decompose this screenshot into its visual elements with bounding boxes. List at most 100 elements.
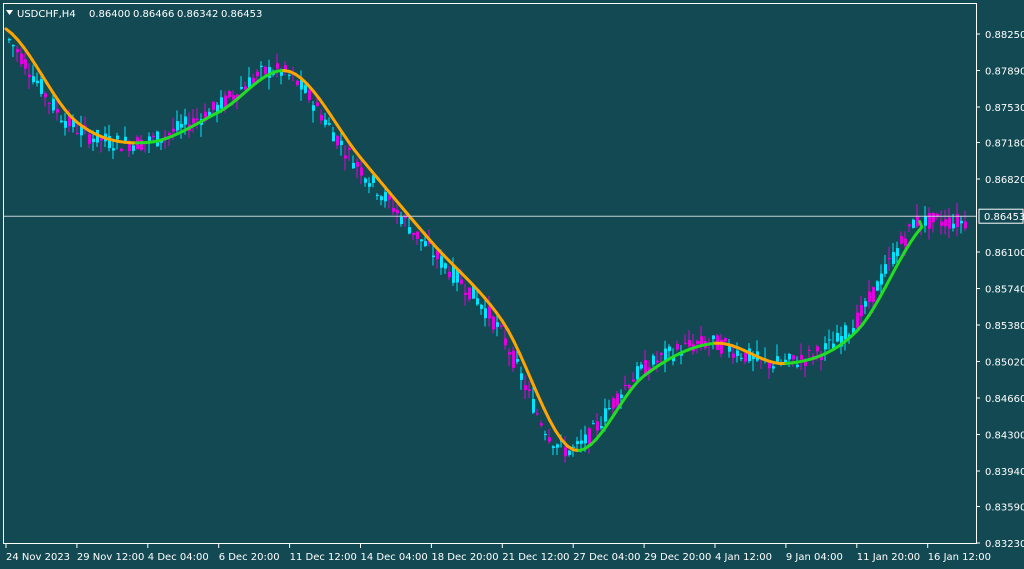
y-tick-label: 0.85020: [985, 358, 1024, 369]
candle-body: [288, 74, 291, 76]
candle-body: [724, 338, 727, 342]
candle-body: [228, 91, 231, 98]
candle-body: [532, 399, 535, 413]
candle-body: [872, 286, 875, 302]
x-tick-label: 29 Dec 20:00: [644, 552, 711, 563]
candle-body: [192, 118, 195, 123]
candle-body: [860, 305, 863, 317]
symbol-label: USDCHF,H4: [17, 9, 76, 20]
candle-body: [640, 364, 643, 369]
candle-body: [24, 59, 27, 69]
x-tick-label: 4 Dec 04:00: [148, 552, 209, 563]
candle-body: [656, 360, 659, 363]
candle-body: [60, 120, 63, 123]
candle-body: [168, 133, 171, 136]
chart-window[interactable]: USDCHF,H4 0.86400 0.86466 0.86342 0.8645…: [0, 0, 1024, 569]
candle-body: [548, 437, 551, 442]
candle-body: [444, 263, 447, 269]
candle-body: [516, 359, 519, 362]
candle-body: [52, 98, 55, 111]
candle-body: [152, 135, 155, 138]
candle-body: [240, 87, 243, 89]
candle-body: [28, 74, 31, 78]
x-tick-label: 21 Dec 12:00: [502, 552, 569, 563]
candle-body: [332, 132, 335, 142]
chart-background: [0, 0, 1024, 569]
candle-body: [276, 63, 279, 69]
candle-body: [928, 213, 931, 229]
ohlc-low: 0.86342: [177, 9, 218, 20]
candle-body: [496, 322, 499, 327]
ohlc-high: 0.86466: [133, 9, 174, 20]
candle-body: [712, 335, 715, 340]
y-tick-label: 0.86100: [985, 248, 1024, 259]
candle-body: [88, 134, 91, 144]
candle-body: [44, 93, 47, 98]
candle-body: [316, 102, 319, 107]
candle-body: [540, 423, 543, 426]
candle-body: [592, 423, 595, 425]
candle-body: [796, 364, 799, 367]
candle-body: [468, 287, 471, 300]
candle-body: [264, 66, 267, 74]
candle-body: [940, 221, 943, 226]
candle-body: [356, 161, 359, 167]
candle-body: [960, 220, 963, 224]
x-tick-label: 4 Jan 12:00: [715, 552, 772, 563]
candle-body: [492, 316, 495, 330]
candle-body: [232, 95, 235, 100]
candle-body: [668, 346, 671, 352]
candle-body: [260, 65, 263, 67]
candle-body: [304, 85, 307, 93]
candle-body: [48, 102, 51, 104]
candle-body: [340, 140, 343, 146]
candle-body: [116, 135, 119, 140]
candle-body: [508, 352, 511, 355]
candle-body: [932, 212, 935, 223]
y-tick-label: 0.87180: [985, 138, 1024, 149]
candle-body: [256, 71, 259, 77]
candle-body: [772, 366, 775, 369]
candle-body: [552, 446, 555, 448]
candle-body: [400, 216, 403, 225]
candle-body: [744, 352, 747, 362]
candle-body: [892, 252, 895, 264]
y-tick-label: 0.83590: [985, 502, 1024, 513]
candle-body: [484, 308, 487, 319]
candle-body: [312, 105, 315, 111]
candle-body: [828, 339, 831, 341]
candle-body: [664, 348, 667, 361]
candle-body: [476, 298, 479, 305]
candle-body: [528, 389, 531, 391]
candle-body: [632, 379, 635, 382]
candle-body: [500, 325, 503, 327]
candle-body: [580, 440, 583, 444]
candle-body: [504, 338, 507, 346]
x-tick-label: 6 Dec 20:00: [219, 552, 280, 563]
candle-body: [688, 339, 691, 347]
candle-body: [740, 357, 743, 359]
current-price-label: 0.86453: [984, 212, 1024, 223]
candle-body: [948, 217, 951, 229]
candle-body: [320, 114, 323, 121]
candle-body: [964, 221, 967, 229]
candle-body: [512, 350, 515, 368]
candle-body: [92, 138, 95, 142]
candle-body: [884, 264, 887, 274]
candle-body: [608, 407, 611, 410]
chart-canvas[interactable]: USDCHF,H4 0.86400 0.86466 0.86342 0.8645…: [0, 0, 1024, 569]
y-tick-label: 0.88250: [985, 30, 1024, 41]
x-tick-label: 27 Dec 04:00: [573, 552, 640, 563]
y-tick-label: 0.87530: [985, 103, 1024, 114]
candle-body: [612, 398, 615, 409]
candle-body: [816, 346, 819, 352]
candle-body: [792, 355, 795, 360]
candle-body: [616, 393, 619, 406]
candle-body: [360, 167, 363, 176]
candle-body: [344, 155, 347, 159]
candle-body: [64, 121, 67, 128]
candle-body: [952, 223, 955, 229]
candle-body: [460, 279, 463, 284]
y-tick-label: 0.86820: [985, 175, 1024, 186]
candle-body: [436, 250, 439, 260]
